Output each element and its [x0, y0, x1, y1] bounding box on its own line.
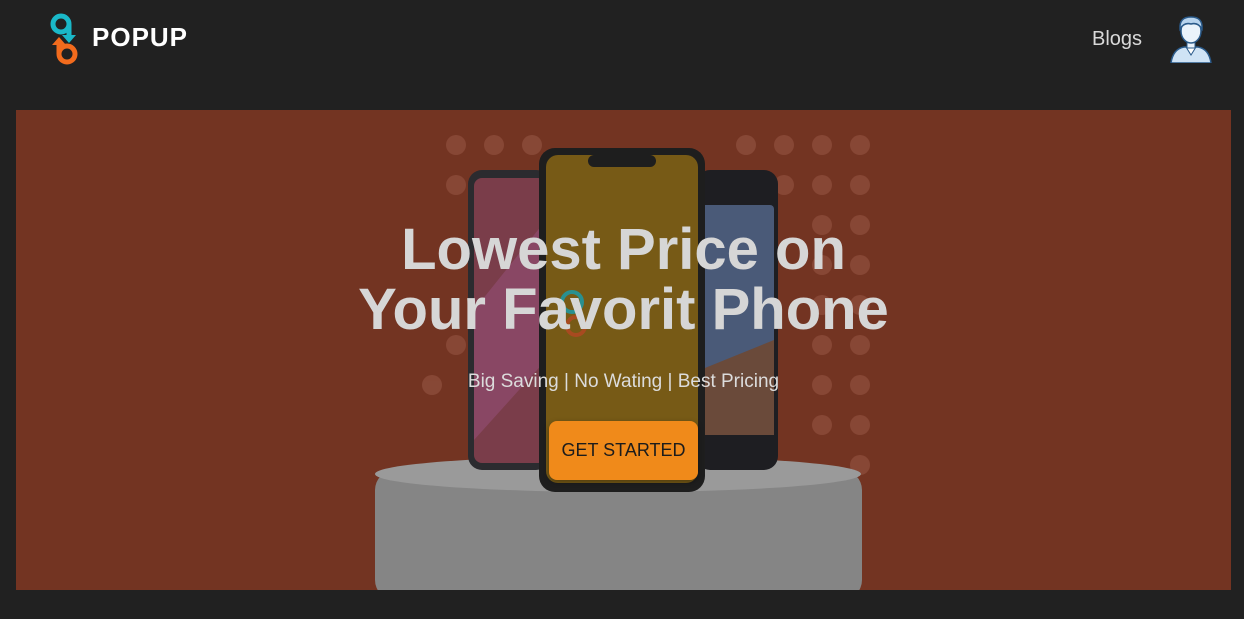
site-header: POPUP Blogs — [0, 0, 1244, 90]
popup-logo-icon — [50, 13, 78, 65]
nav-link-blogs[interactable]: Blogs — [1092, 28, 1142, 51]
get-started-button[interactable]: GET STARTED — [549, 421, 698, 480]
hero-text: Lowest Price on Your Favorit Phone Big S… — [16, 220, 1231, 394]
brand-logo[interactable]: POPUP — [48, 12, 188, 66]
hero-subtitle: Big Saving | No Wating | Best Pricing — [467, 371, 780, 392]
hero-headline-line1: Lowest Price on — [401, 217, 846, 282]
hero-banner: Lowest Price on Your Favorit Phone Big S… — [16, 110, 1231, 590]
hero-headline-line2: Your Favorit Phone — [358, 277, 889, 342]
brand-name: POPUP — [92, 21, 189, 52]
user-avatar-icon[interactable] — [1168, 13, 1214, 64]
hero-headline: Lowest Price on Your Favorit Phone — [16, 220, 1231, 340]
